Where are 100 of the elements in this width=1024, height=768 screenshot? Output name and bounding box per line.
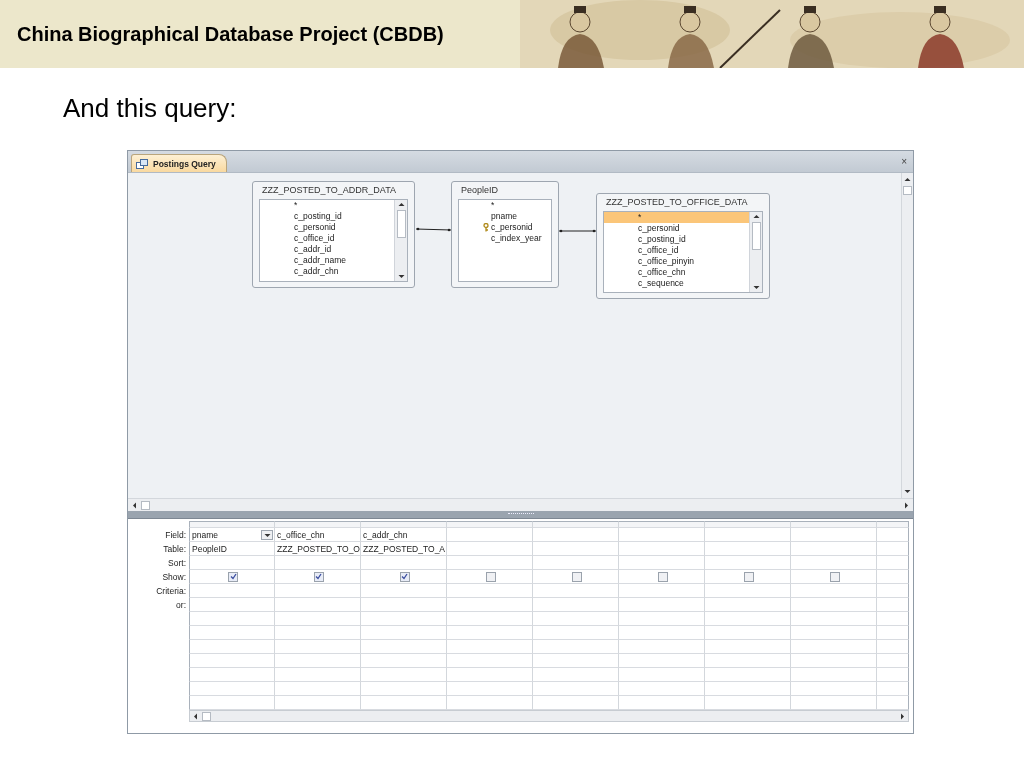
checkbox[interactable] [571, 571, 582, 582]
vertical-scrollbar[interactable] [749, 212, 762, 292]
table-cell[interactable] [877, 682, 909, 696]
table-cell[interactable] [275, 556, 361, 570]
horizontal-scrollbar[interactable] [128, 498, 913, 511]
checkbox[interactable] [485, 571, 496, 582]
dropdown-button[interactable] [261, 530, 273, 540]
table-cell[interactable] [189, 668, 275, 682]
table-cell[interactable] [447, 542, 533, 556]
table-cell[interactable] [447, 584, 533, 598]
field-list-item[interactable]: c_office_chn [604, 267, 749, 278]
table-cell[interactable] [275, 654, 361, 668]
table-cell[interactable] [877, 626, 909, 640]
table-cell[interactable] [705, 626, 791, 640]
table-cell[interactable] [447, 598, 533, 612]
field-list-item[interactable]: c_sequence [604, 278, 749, 289]
scroll-thumb[interactable] [751, 222, 761, 250]
table-cell[interactable] [791, 626, 877, 640]
table-cell[interactable] [705, 682, 791, 696]
table-cell[interactable] [877, 542, 909, 556]
table-cell[interactable] [533, 696, 619, 710]
table-cell[interactable] [791, 696, 877, 710]
scroll-left-icon[interactable] [191, 711, 200, 721]
table-cell[interactable] [619, 668, 705, 682]
table-cell[interactable] [189, 626, 275, 640]
table-cell[interactable] [189, 556, 275, 570]
table-cell[interactable] [447, 528, 533, 542]
table-cell[interactable] [275, 640, 361, 654]
table-cell[interactable] [189, 696, 275, 710]
table-cell[interactable] [877, 598, 909, 612]
table-cell[interactable] [705, 598, 791, 612]
field-list-item[interactable]: pname [459, 211, 551, 222]
table-cell[interactable] [361, 612, 447, 626]
checkbox[interactable] [399, 571, 410, 582]
table-cell[interactable]: c_addr_chn [361, 528, 447, 542]
table-cell[interactable] [705, 612, 791, 626]
scroll-left-icon[interactable] [130, 500, 139, 510]
table-cell[interactable] [705, 528, 791, 542]
table-cell[interactable] [619, 626, 705, 640]
table-cell[interactable] [877, 612, 909, 626]
table-cell[interactable] [705, 542, 791, 556]
table-cell[interactable] [877, 654, 909, 668]
field-list-item[interactable]: c_posting_id [260, 211, 394, 222]
field-list-item[interactable]: c_addr_id [260, 244, 394, 255]
checkbox[interactable] [743, 571, 754, 582]
column-selector[interactable] [877, 521, 909, 528]
table-cell[interactable] [791, 668, 877, 682]
query-tab[interactable]: Postings Query [131, 154, 227, 172]
table-cell[interactable] [877, 668, 909, 682]
scroll-down-icon[interactable] [751, 283, 761, 292]
table-cell[interactable] [361, 668, 447, 682]
table-cell[interactable]: c_office_chn [275, 528, 361, 542]
table-cell[interactable] [447, 626, 533, 640]
table-cell[interactable] [619, 598, 705, 612]
scroll-down-icon[interactable] [903, 487, 912, 496]
table-cell[interactable] [877, 640, 909, 654]
table-cell[interactable] [791, 542, 877, 556]
table-cell[interactable] [275, 612, 361, 626]
table-cell[interactable] [791, 654, 877, 668]
table-cell[interactable] [447, 612, 533, 626]
checkbox[interactable] [313, 571, 324, 582]
field-list-item[interactable]: * [459, 200, 551, 211]
scroll-up-icon[interactable] [903, 175, 912, 184]
table-cell[interactable] [877, 696, 909, 710]
table-cell[interactable] [275, 668, 361, 682]
field-list-item[interactable]: c_index_year [459, 233, 551, 244]
table-cell[interactable] [361, 654, 447, 668]
table-cell[interactable] [705, 654, 791, 668]
table-cell[interactable] [705, 556, 791, 570]
table-cell[interactable] [275, 584, 361, 598]
table-cell[interactable] [791, 640, 877, 654]
table-cell[interactable] [275, 598, 361, 612]
table-cell[interactable] [705, 668, 791, 682]
table-cell[interactable] [791, 528, 877, 542]
table-cell[interactable] [791, 612, 877, 626]
table-cell[interactable] [533, 528, 619, 542]
column-selector[interactable] [447, 521, 533, 528]
table-cell[interactable] [619, 528, 705, 542]
checkbox[interactable] [829, 571, 840, 582]
table-cell[interactable] [275, 626, 361, 640]
scroll-thumb[interactable] [396, 210, 406, 238]
scroll-right-icon[interactable] [902, 500, 911, 510]
field-list-item[interactable]: c_office_id [604, 245, 749, 256]
table-cell[interactable] [533, 598, 619, 612]
table-cell[interactable] [361, 626, 447, 640]
table-cell[interactable] [877, 528, 909, 542]
table-cell[interactable] [619, 640, 705, 654]
table-cell[interactable] [361, 598, 447, 612]
column-selector[interactable] [361, 521, 447, 528]
scroll-down-icon[interactable] [396, 272, 406, 281]
table-cell[interactable] [189, 640, 275, 654]
table-cell[interactable] [361, 696, 447, 710]
table-cell[interactable] [189, 612, 275, 626]
table-cell[interactable] [361, 584, 447, 598]
column-selector[interactable] [705, 521, 791, 528]
table-cell[interactable] [275, 682, 361, 696]
table-cell[interactable] [447, 654, 533, 668]
field-list-item[interactable]: c_posting_id [604, 234, 749, 245]
table-cell[interactable] [791, 556, 877, 570]
table-cell[interactable] [447, 668, 533, 682]
